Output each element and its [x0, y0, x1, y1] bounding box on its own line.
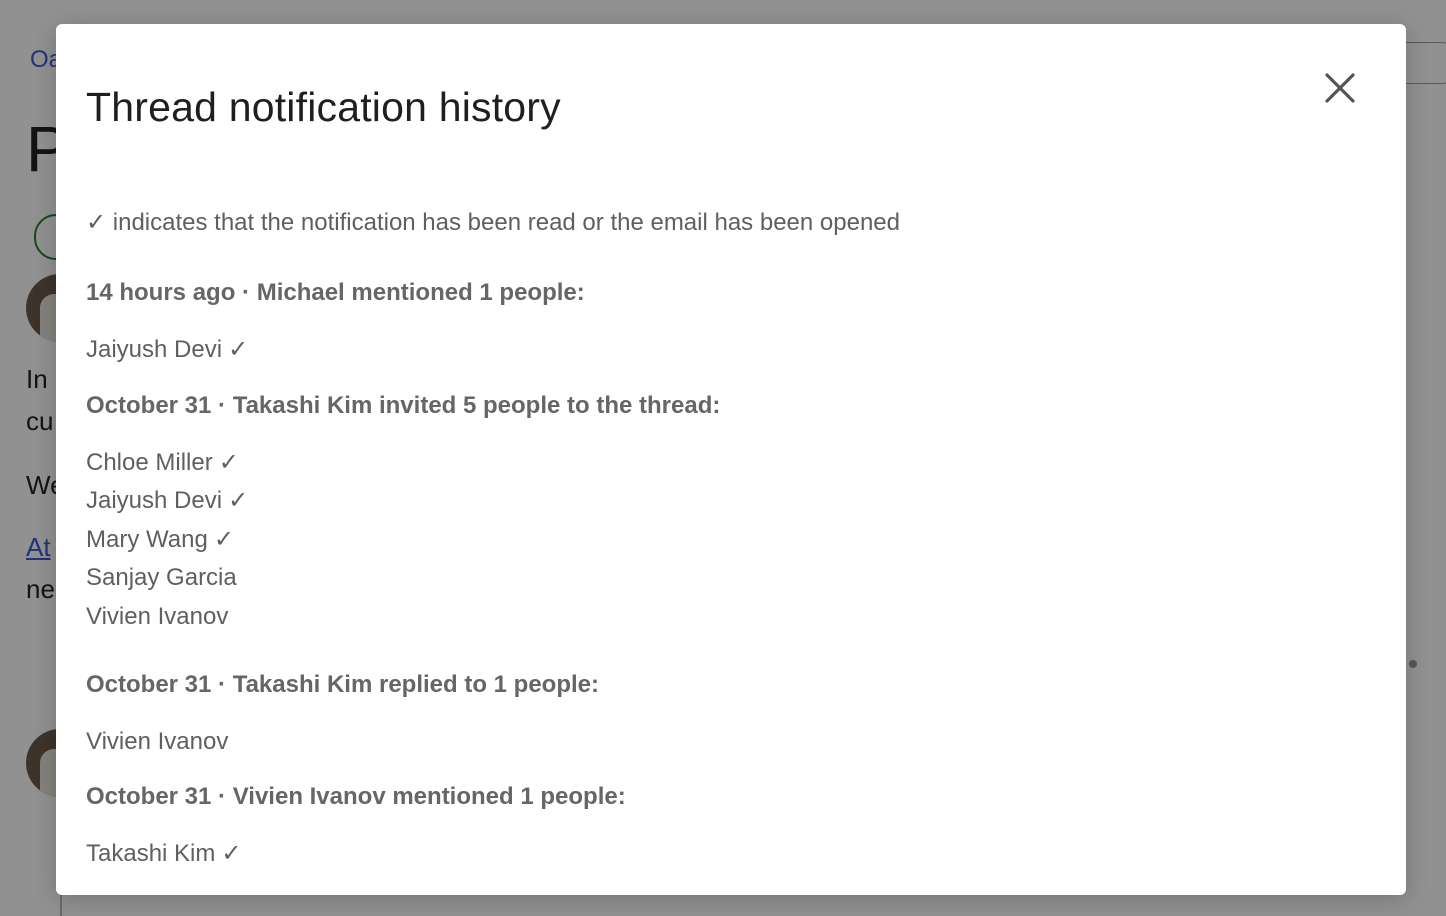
read-check-icon: ✓	[228, 487, 249, 515]
notification-history-list: 14 hours ago · Michael mentioned 1 peopl…	[86, 277, 1376, 874]
recipient-item: Vivien Ivanov	[86, 598, 1376, 637]
close-icon	[1325, 73, 1355, 103]
entry-header: October 31 · Takashi Kim replied to 1 pe…	[86, 670, 600, 698]
read-check-icon: ✓	[221, 840, 242, 868]
history-entry: October 31 · Takashi Kim replied to 1 pe…	[86, 669, 1376, 762]
recipient-list: Takashi Kim ✓	[86, 835, 1376, 874]
read-check-icon: ✓	[213, 525, 234, 553]
entry-header: October 31 · Takashi Kim invited 5 peopl…	[86, 391, 721, 419]
entry-header: October 31 · Vivien Ivanov mentioned 1 p…	[86, 783, 626, 811]
recipient-item: Vivien Ivanov	[86, 723, 1376, 762]
recipient-item: Chloe Miller ✓	[86, 444, 1376, 483]
recipient-name: Takashi Kim	[86, 840, 216, 868]
recipient-name: Mary Wang	[86, 525, 208, 553]
recipient-name: Chloe Miller	[86, 448, 213, 476]
recipient-name: Jaiyush Devi	[86, 487, 223, 515]
recipient-name: Sanjay Garcia	[86, 564, 237, 592]
history-entry: 14 hours ago · Michael mentioned 1 peopl…	[86, 277, 1376, 370]
recipient-list: Jaiyush Devi ✓	[86, 331, 1376, 370]
recipient-item: Sanjay Garcia	[86, 559, 1376, 598]
recipient-list: Chloe Miller ✓ Jaiyush Devi ✓ Mary Wang ✓ Sanj…	[86, 444, 1376, 637]
recipient-item: Jaiyush Devi ✓	[86, 331, 1376, 370]
recipient-item: Mary Wang ✓	[86, 521, 1376, 560]
read-check-icon: ✓	[218, 448, 239, 476]
read-check-icon: ✓	[228, 336, 249, 363]
notification-history-dialog: Thread notification history ✓ indicates …	[56, 24, 1406, 895]
history-entry: October 31 · Takashi Kim invited 5 peopl…	[86, 390, 1376, 637]
recipient-name: Jaiyush Devi	[86, 336, 223, 363]
recipient-list: Vivien Ivanov	[86, 723, 1376, 762]
dialog-title: Thread notification history	[86, 84, 561, 130]
close-button[interactable]	[1322, 70, 1358, 106]
recipient-item: Takashi Kim ✓	[86, 835, 1376, 874]
recipient-name: Vivien Ivanov	[86, 727, 229, 755]
read-legend-note: ✓ indicates that the notification has be…	[86, 209, 900, 236]
history-entry: October 31 · Vivien Ivanov mentioned 1 p…	[86, 781, 1376, 874]
entry-header: 14 hours ago · Michael mentioned 1 peopl…	[86, 279, 585, 306]
recipient-item: Jaiyush Devi ✓	[86, 482, 1376, 521]
recipient-name: Vivien Ivanov	[86, 602, 229, 630]
